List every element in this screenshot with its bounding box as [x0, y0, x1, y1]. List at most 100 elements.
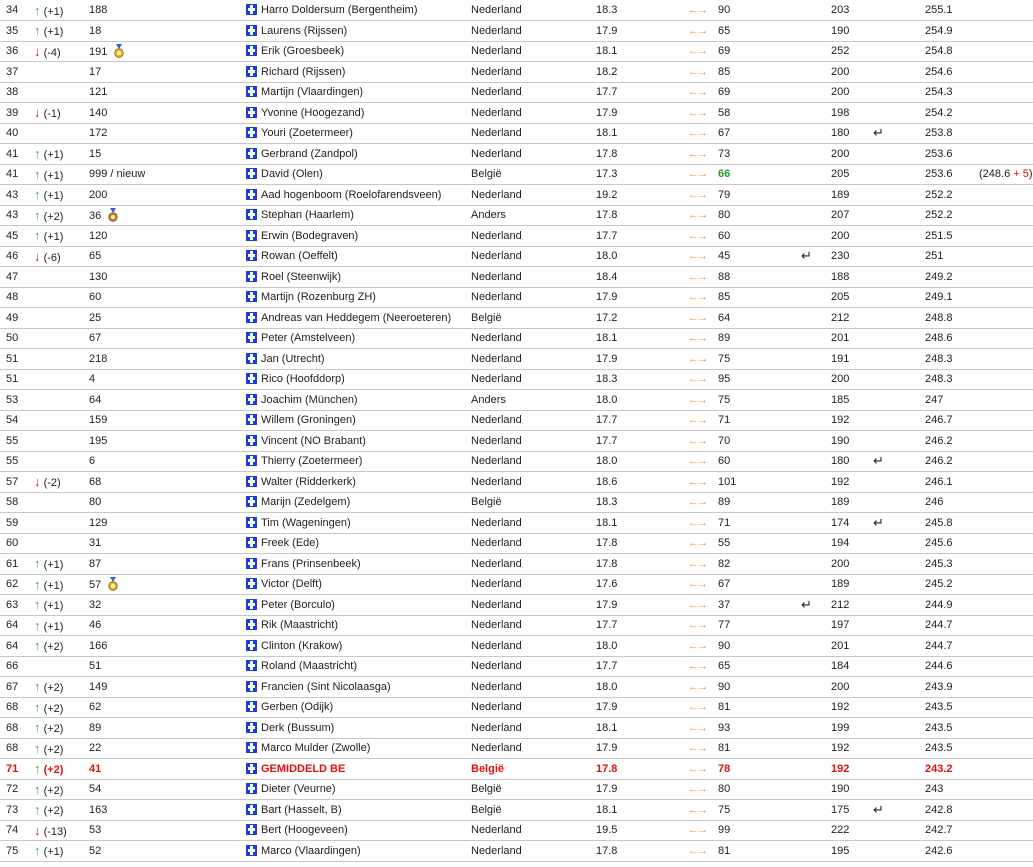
value-3: 192	[831, 762, 850, 775]
table-row: 72 ↑ (+2) 54 Dieter (Veurne) België 17.9 ←→ 80 1…	[0, 779, 1033, 800]
player-name[interactable]: Gerben (Odijk)	[261, 701, 333, 713]
table-row: 51 218 Jan (Utrecht) Nederland 17.9 ←→ 75 191 24…	[0, 348, 1033, 370]
player-name[interactable]: Richard (Rijssen)	[261, 66, 345, 78]
rank-cell: 62	[6, 578, 19, 591]
value-2: 45	[718, 250, 731, 263]
player-name[interactable]: Youri (Zoetermeer)	[261, 127, 353, 139]
entry-number: 87	[89, 557, 102, 570]
player-name[interactable]: Erik (Groesbeek)	[261, 45, 344, 57]
entry-number: 89	[89, 721, 102, 734]
value-2: 67	[718, 127, 731, 140]
player-name[interactable]: Frans (Prinsenbeek)	[261, 558, 361, 570]
player-name[interactable]: Harro Doldersum (Bergentheim)	[261, 4, 418, 16]
flag-icon	[246, 803, 257, 815]
value-2: 67	[718, 578, 731, 591]
player-name[interactable]: David (Olen)	[261, 168, 323, 180]
player-name[interactable]: Jan (Utrecht)	[261, 353, 325, 365]
value-1: 17.9	[596, 701, 618, 714]
value-1: 17.2	[596, 311, 618, 324]
total-score: 254.3	[925, 86, 953, 99]
value-3: 189	[831, 578, 850, 591]
player-name[interactable]: Willem (Groningen)	[261, 414, 356, 426]
entry-number: 15	[89, 147, 102, 160]
player-name[interactable]: GEMIDDELD BE	[261, 763, 345, 775]
swap-arrows-icon: ←→	[688, 455, 708, 468]
player-name[interactable]: Rico (Hoofddorp)	[261, 373, 345, 385]
player-name[interactable]: Laurens (Rijssen)	[261, 25, 347, 37]
value-1: 17.9	[596, 352, 618, 365]
player-name[interactable]: Walter (Ridderkerk)	[261, 476, 356, 488]
rank-change: (+2)	[43, 702, 64, 715]
return-icon: ↵	[801, 596, 812, 612]
player-name[interactable]: Rik (Maastricht)	[261, 619, 338, 631]
player-name[interactable]: Gerbrand (Zandpol)	[261, 148, 358, 160]
total-score: 254.9	[925, 24, 953, 37]
player-name[interactable]: Peter (Borculo)	[261, 599, 335, 611]
value-3: 252	[831, 45, 850, 58]
arrow-up-icon: ↑	[34, 699, 41, 715]
value-3: 190	[831, 24, 850, 37]
player-name[interactable]: Rowan (Oeffelt)	[261, 250, 338, 262]
player-name[interactable]: Marijn (Zedelgem)	[261, 496, 350, 508]
player-name[interactable]: Bart (Hasselt, B)	[261, 804, 342, 816]
player-name[interactable]: Roel (Steenwijk)	[261, 271, 341, 283]
country: Nederland	[471, 824, 522, 837]
player-name[interactable]: Joachim (München)	[261, 394, 358, 406]
country: Anders	[471, 209, 506, 222]
player-name[interactable]: Dieter (Veurne)	[261, 783, 336, 795]
player-name[interactable]: Victor (Delft)	[261, 578, 322, 590]
total-score: 255.1	[925, 4, 953, 16]
total-score: 244.9	[925, 598, 953, 611]
player-name[interactable]: Roland (Maastricht)	[261, 660, 357, 672]
table-row: 43 ↑ (+2) 36 Stephan (Haarlem) Anders 17.8 ←→ 8…	[0, 205, 1033, 226]
player-name[interactable]: Vincent (NO Brabant)	[261, 435, 366, 447]
total-score: 243.2	[925, 762, 953, 775]
value-1: 17.9	[596, 598, 618, 611]
flag-icon	[246, 557, 257, 569]
player-name[interactable]: Bert (Hoogeveen)	[261, 824, 348, 836]
flag-icon	[246, 311, 257, 323]
player-name[interactable]: Yvonne (Hoogezand)	[261, 107, 364, 119]
player-name[interactable]: Marco (Vlaardingen)	[261, 845, 361, 857]
player-name[interactable]: Tim (Wageningen)	[261, 517, 351, 529]
value-2: 80	[718, 209, 731, 222]
arrow-up-icon: ↑	[34, 781, 41, 797]
player-name[interactable]: Derk (Bussum)	[261, 722, 334, 734]
value-1: 17.9	[596, 291, 618, 304]
table-row: 64 ↑ (+2) 166 Clinton (Krakow) Nederland 18.0…	[0, 635, 1033, 657]
country: Nederland	[471, 106, 522, 119]
player-name[interactable]: Clinton (Krakow)	[261, 640, 342, 652]
player-name[interactable]: Thierry (Zoetermeer)	[261, 455, 362, 467]
value-3: 201	[831, 332, 850, 345]
rank-change: (+1)	[43, 559, 64, 572]
value-1: 17.9	[596, 106, 618, 119]
player-name[interactable]: Freek (Ede)	[261, 537, 319, 549]
total-score: 254.2	[925, 106, 953, 119]
country: Nederland	[471, 742, 522, 755]
player-name[interactable]: Peter (Amstelveen)	[261, 332, 355, 344]
table-row: 54 159 Willem (Groningen) Nederland 17.7 ←→ 71…	[0, 410, 1033, 431]
player-name[interactable]: Francien (Sint Nicolaasga)	[261, 681, 391, 693]
value-3: 194	[831, 537, 850, 550]
value-3: 192	[831, 414, 850, 427]
value-2: 77	[718, 619, 731, 632]
player-name[interactable]: Andreas van Heddegem (Neeroeteren)	[261, 312, 451, 324]
arrow-down-icon: ↓	[34, 43, 41, 59]
value-3: 198	[831, 106, 850, 119]
player-name[interactable]: Marco Mulder (Zwolle)	[261, 742, 370, 754]
arrow-up-icon: ↑	[34, 146, 41, 162]
rank-cell: 41	[6, 168, 19, 181]
total-score: 249.1	[925, 291, 953, 304]
country: Nederland	[471, 250, 522, 263]
ranking-table: 34 ↑ (+1) 188 Harro Doldersum (Bergentheim)…	[0, 0, 1033, 862]
rank-change: (+1)	[43, 169, 64, 182]
player-name[interactable]: Erwin (Bodegraven)	[261, 230, 358, 242]
table-row: 74 ↓ (-13) 53 Bert (Hoogeveen) Nederland 19.5…	[0, 820, 1033, 841]
player-name[interactable]: Martijn (Rozenburg ZH)	[261, 291, 376, 303]
rank-cell: 58	[6, 496, 19, 509]
value-2: 99	[718, 824, 731, 837]
player-name[interactable]: Stephan (Haarlem)	[261, 209, 354, 221]
player-name[interactable]: Martijn (Vlaardingen)	[261, 86, 363, 98]
player-name[interactable]: Aad hogenboom (Roelofarendsveen)	[261, 189, 441, 201]
rank-cell: 35	[6, 24, 19, 37]
